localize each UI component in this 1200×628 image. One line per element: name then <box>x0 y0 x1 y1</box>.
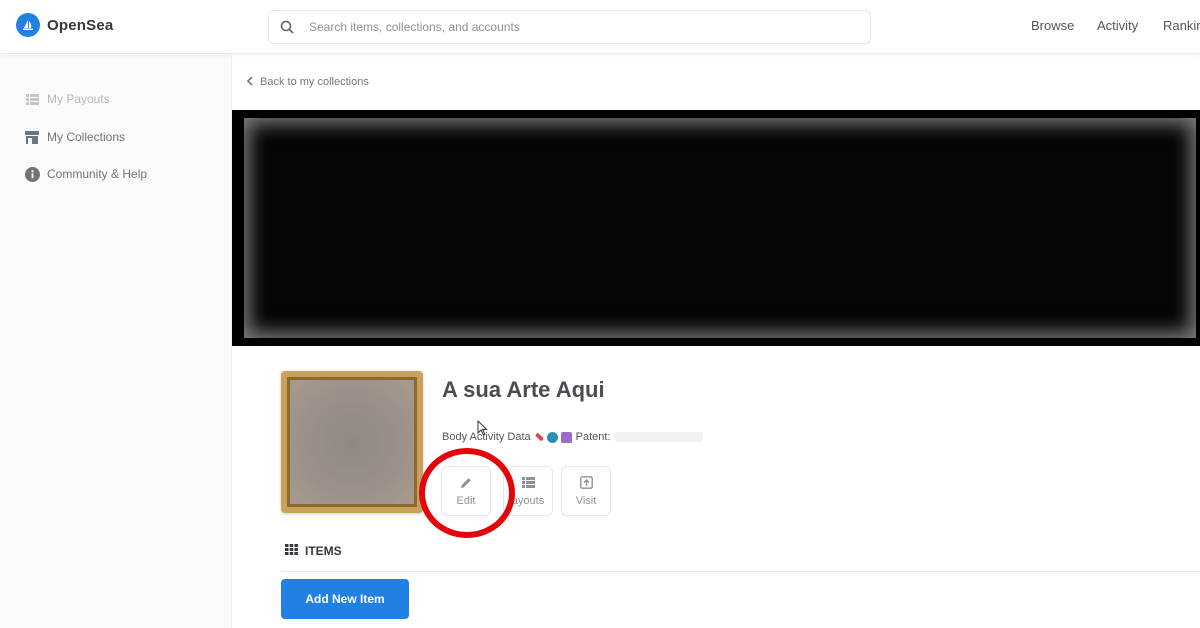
globe-icon <box>546 431 558 443</box>
sparkle-icon <box>560 431 572 443</box>
mouse-cursor-icon <box>477 419 488 441</box>
collection-avatar[interactable] <box>281 371 423 513</box>
open-external-icon <box>579 476 593 490</box>
pencil-icon <box>459 476 473 490</box>
payouts-button[interactable]: ayouts <box>503 466 553 516</box>
top-header: OpenSea Browse Activity Rankin <box>0 0 1200 54</box>
storefront-icon <box>24 129 40 145</box>
payouts-label: ayouts <box>511 494 545 507</box>
opensea-logo[interactable]: OpenSea <box>16 13 113 37</box>
sidebar-item-my-collections[interactable]: My Collections <box>24 129 125 145</box>
sidebar-item-label: Community & Help <box>47 167 148 181</box>
edit-label: Edit <box>456 494 476 507</box>
search-input[interactable] <box>309 20 829 34</box>
edit-button[interactable]: Edit <box>441 466 491 516</box>
sidebar-item-my-payouts[interactable]: My Payouts <box>24 91 110 107</box>
sidebar-item-community-help[interactable]: Community & Help <box>24 166 147 182</box>
section-divider <box>281 571 1200 572</box>
sidebar-item-label: My Payouts <box>47 92 110 106</box>
search-icon <box>279 19 295 35</box>
back-to-collections-link[interactable]: Back to my collections <box>246 75 369 89</box>
banner-blurred-content <box>244 118 1196 338</box>
add-new-item-button[interactable]: Add New Item <box>281 579 409 619</box>
items-section-header: ITEMS <box>285 544 342 558</box>
opensea-logo-icon <box>16 13 40 37</box>
grid-icon <box>285 544 298 558</box>
nav-browse[interactable]: Browse <box>1031 18 1074 33</box>
search-bar[interactable] <box>268 10 871 44</box>
sidebar-item-label: My Collections <box>47 130 126 144</box>
nav-activity[interactable]: Activity <box>1097 18 1138 33</box>
visit-label: Visit <box>575 494 597 507</box>
visit-button[interactable]: Visit <box>561 466 611 516</box>
collection-banner-image[interactable] <box>232 110 1200 346</box>
sidebar: My Payouts My Collections Community & He… <box>0 55 232 628</box>
rocket-icon <box>534 432 544 442</box>
collection-title: A sua Arte Aqui <box>442 377 605 402</box>
nav-rankings[interactable]: Rankin <box>1163 18 1200 33</box>
items-heading: ITEMS <box>305 544 342 558</box>
list-icon <box>521 476 535 490</box>
brand-name: OpenSea <box>47 16 114 34</box>
patent-label: Patent: <box>575 431 611 443</box>
info-icon <box>24 166 40 182</box>
chevron-left-icon <box>246 75 253 89</box>
avatar-image <box>287 377 417 507</box>
redacted-text <box>614 432 703 442</box>
list-icon <box>24 91 40 107</box>
back-link-label: Back to my collections <box>260 76 369 88</box>
